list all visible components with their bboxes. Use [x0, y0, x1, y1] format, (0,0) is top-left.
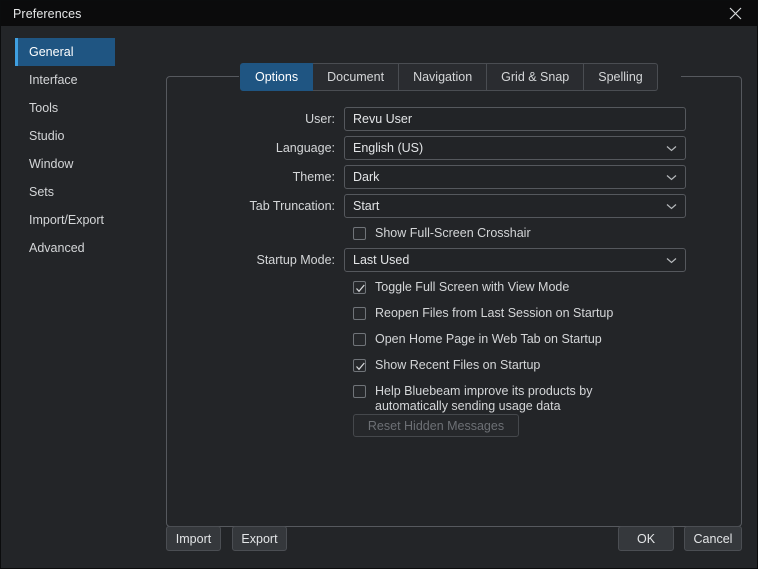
sidebar-item-label: Advanced	[29, 241, 85, 255]
tab-truncation-value: Start	[353, 199, 380, 213]
tab-navigation[interactable]: Navigation	[399, 63, 488, 91]
startup-mode-dropdown[interactable]: Last Used	[344, 248, 686, 272]
checkbox-show-recent-files-on-startup[interactable]: Show Recent Files on Startup	[353, 358, 540, 373]
tab-truncation-dropdown[interactable]: Start	[344, 194, 686, 218]
tab-label: Spelling	[598, 70, 643, 84]
checkmark-icon	[356, 284, 365, 293]
options-panel: User: Language: English (US)	[166, 76, 742, 527]
reset-hidden-messages-label: Reset Hidden Messages	[367, 418, 505, 433]
language-label: Language:	[275, 141, 335, 155]
chevron-down-icon	[666, 253, 677, 267]
sidebar-item-sets[interactable]: Sets	[15, 178, 115, 206]
import-button-label: Import	[175, 531, 212, 546]
export-button[interactable]: Export	[232, 526, 287, 551]
language-dropdown[interactable]: English (US)	[344, 136, 686, 160]
sidebar-item-interface[interactable]: Interface	[15, 66, 115, 94]
sidebar-item-tools[interactable]: Tools	[15, 94, 115, 122]
theme-value: Dark	[353, 170, 380, 184]
checkbox-box[interactable]	[353, 307, 366, 320]
checkbox-box[interactable]	[353, 385, 366, 398]
export-button-label: Export	[241, 531, 278, 546]
window-title: Preferences	[13, 6, 82, 21]
checkbox-box[interactable]	[353, 227, 366, 240]
close-icon[interactable]	[713, 1, 757, 26]
field-row-user: User:	[167, 107, 686, 131]
startup-mode-value: Last Used	[353, 253, 410, 267]
sidebar-item-window[interactable]: Window	[15, 150, 115, 178]
ok-button-label: OK	[636, 531, 656, 546]
checkbox-label: Help Bluebeam improve its products by au…	[375, 384, 593, 413]
preferences-dialog: Preferences General Interface Tools Stud…	[0, 0, 758, 569]
sidebar-item-label: Import/Export	[29, 213, 105, 227]
reset-hidden-messages-button[interactable]: Reset Hidden Messages	[353, 414, 519, 437]
checkbox-box[interactable]	[353, 281, 366, 294]
checkbox-label: Reopen Files from Last Session on Startu…	[375, 306, 614, 320]
tab-bar: Options Document Navigation Grid & Snap …	[240, 63, 658, 91]
title-bar: Preferences	[1, 1, 757, 26]
checkmark-icon	[356, 362, 365, 371]
field-row-startup-mode: Startup Mode: Last Used	[167, 248, 686, 272]
tab-truncation-label: Tab Truncation:	[249, 199, 335, 213]
chevron-down-icon	[666, 199, 677, 213]
checkbox-show-full-screen-crosshair[interactable]: Show Full-Screen Crosshair	[353, 226, 531, 241]
sidebar-item-label: Interface	[29, 73, 78, 87]
cancel-button-label: Cancel	[693, 531, 733, 546]
ok-button[interactable]: OK	[618, 526, 674, 551]
tab-grid-snap[interactable]: Grid & Snap	[487, 63, 585, 91]
dialog-body: General Interface Tools Studio Window Se…	[1, 26, 757, 568]
sidebar-item-studio[interactable]: Studio	[15, 122, 115, 150]
language-value: English (US)	[353, 141, 424, 155]
checkbox-reopen-files-from-last-session[interactable]: Reopen Files from Last Session on Startu…	[353, 306, 613, 321]
cancel-button[interactable]: Cancel	[684, 526, 742, 551]
theme-dropdown[interactable]: Dark	[344, 165, 686, 189]
sidebar-item-import-export[interactable]: Import/Export	[15, 206, 115, 234]
tab-options[interactable]: Options	[240, 63, 314, 91]
checkbox-toggle-full-screen-with-view-mode[interactable]: Toggle Full Screen with View Mode	[353, 280, 569, 295]
sidebar-item-label: General	[29, 45, 74, 59]
startup-mode-label: Startup Mode:	[256, 253, 335, 267]
chevron-down-icon	[666, 170, 677, 184]
category-sidebar: General Interface Tools Studio Window Se…	[15, 38, 115, 262]
checkbox-label: Toggle Full Screen with View Mode	[375, 280, 570, 294]
tab-label: Options	[255, 70, 299, 84]
tab-document[interactable]: Document	[313, 63, 400, 91]
user-label: User:	[305, 112, 335, 126]
checkbox-label: Open Home Page in Web Tab on Startup	[375, 332, 602, 346]
tab-label: Navigation	[413, 70, 473, 84]
chevron-down-icon	[666, 141, 677, 155]
sidebar-item-label: Studio	[29, 129, 65, 143]
checkbox-open-home-page-in-web-tab[interactable]: Open Home Page in Web Tab on Startup	[353, 332, 602, 347]
theme-label: Theme:	[292, 170, 335, 184]
sidebar-item-label: Sets	[29, 185, 55, 199]
sidebar-item-label: Tools	[29, 101, 59, 115]
checkbox-help-bluebeam-usage-data[interactable]: Help Bluebeam improve its products by au…	[353, 384, 663, 414]
import-button[interactable]: Import	[166, 526, 221, 551]
field-row-language: Language: English (US)	[167, 136, 686, 160]
dialog-footer: Import Export OK Cancel	[1, 512, 757, 568]
checkbox-box[interactable]	[353, 333, 366, 346]
sidebar-item-label: Window	[29, 157, 74, 171]
sidebar-item-advanced[interactable]: Advanced	[15, 234, 115, 262]
checkbox-box[interactable]	[353, 359, 366, 372]
tab-label: Grid & Snap	[501, 70, 570, 84]
user-input[interactable]	[344, 107, 686, 131]
sidebar-item-general[interactable]: General	[15, 38, 115, 66]
field-row-theme: Theme: Dark	[167, 165, 686, 189]
checkbox-label: Show Full-Screen Crosshair	[375, 226, 531, 240]
tab-label: Document	[327, 70, 385, 84]
checkbox-label: Show Recent Files on Startup	[375, 358, 541, 372]
field-row-tab-truncation: Tab Truncation: Start	[167, 194, 686, 218]
tab-spelling[interactable]: Spelling	[584, 63, 658, 91]
